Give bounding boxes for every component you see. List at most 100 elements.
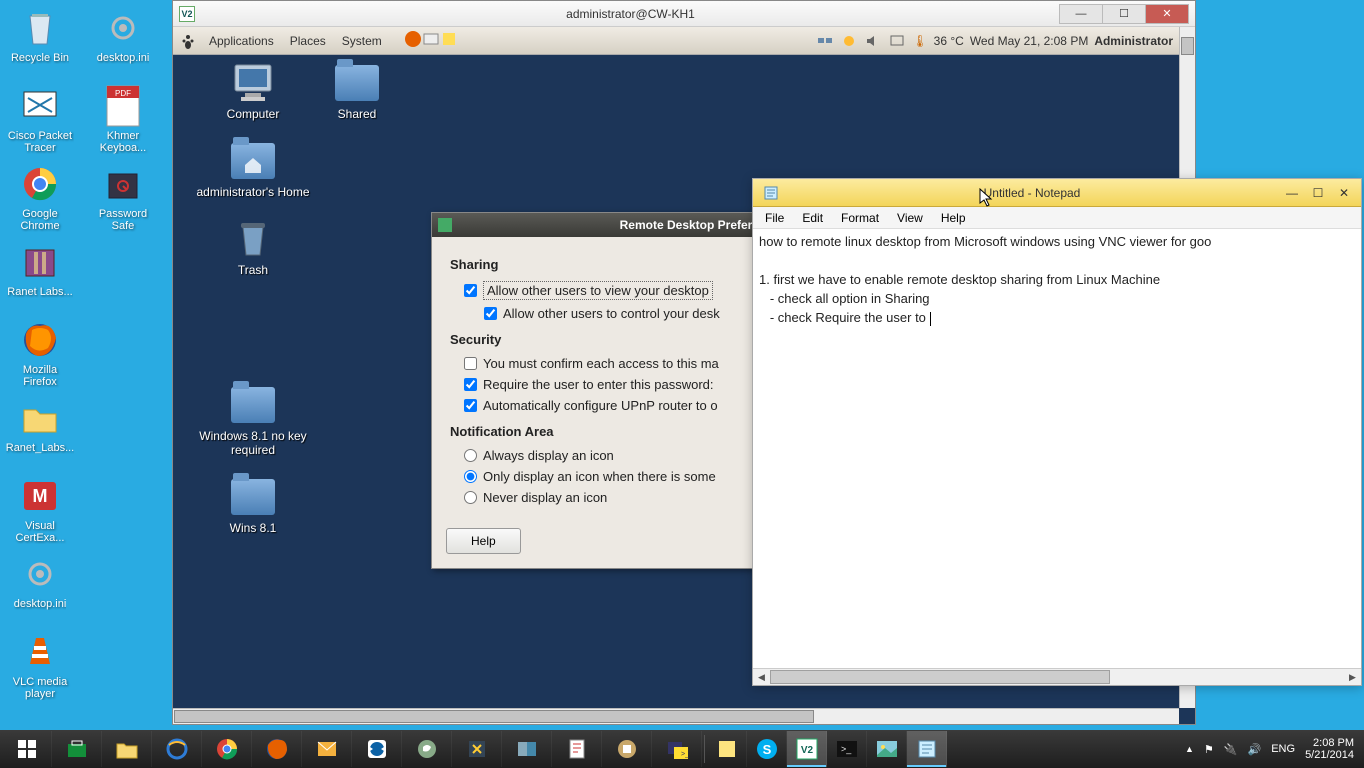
vnc-logo-icon: V2 xyxy=(179,6,195,22)
scroll-left-arrow-icon[interactable]: ◀ xyxy=(753,669,770,685)
menu-file[interactable]: File xyxy=(757,209,792,227)
confirm-access-checkbox[interactable] xyxy=(464,357,477,370)
desktop-icon-firefox[interactable]: Mozilla Firefox xyxy=(4,316,76,392)
desktop-icon-ranet2[interactable]: Ranet_Labs... xyxy=(4,394,76,470)
vnc-horizontal-scrollbar[interactable] xyxy=(173,708,1179,724)
folder-icon xyxy=(333,61,381,105)
volume-icon[interactable] xyxy=(864,32,882,50)
maximize-button[interactable]: ☐ xyxy=(1102,4,1146,24)
allow-view-checkbox[interactable] xyxy=(464,284,477,297)
user-menu[interactable]: Administrator xyxy=(1094,34,1173,48)
places-menu[interactable]: Places xyxy=(282,34,334,48)
network-icon[interactable] xyxy=(816,32,834,50)
scrollbar-thumb[interactable] xyxy=(770,670,1110,684)
svg-text:PDF: PDF xyxy=(115,89,131,98)
menu-format[interactable]: Format xyxy=(833,209,887,227)
gnome-icon-win81[interactable]: Windows 8.1 no key required xyxy=(193,383,313,457)
taskbar-vnc[interactable]: V2 xyxy=(787,731,827,767)
gnome-foot-icon[interactable] xyxy=(179,32,197,50)
notepad-menubar: File Edit Format View Help xyxy=(753,207,1361,229)
taskbar-ie[interactable] xyxy=(152,731,202,767)
notepad-titlebar[interactable]: Untitled - Notepad — ☐ ✕ xyxy=(753,179,1361,207)
menu-view[interactable]: View xyxy=(889,209,931,227)
taskbar-app2[interactable] xyxy=(452,731,502,767)
scrollbar-thumb[interactable] xyxy=(1181,37,1194,55)
datetime[interactable]: Wed May 21, 2:08 PM xyxy=(970,34,1089,48)
prefs-icon xyxy=(438,218,452,232)
taskbar-cmd[interactable]: >_ xyxy=(827,731,867,767)
gnome-icon-label: Trash xyxy=(238,263,268,277)
desktop-icon-chrome[interactable]: Google Chrome xyxy=(4,160,76,236)
taskbar-store[interactable] xyxy=(52,731,102,767)
maximize-button[interactable]: ☐ xyxy=(1305,184,1331,202)
desktop-icon-ini2[interactable]: desktop.ini xyxy=(87,4,159,80)
desktop-icon-ranet[interactable]: Ranet Labs... xyxy=(4,238,76,314)
display-icon[interactable] xyxy=(888,32,906,50)
scrollbar-thumb[interactable] xyxy=(174,710,814,723)
language-indicator[interactable]: ENG xyxy=(1271,743,1295,755)
system-menu[interactable]: System xyxy=(334,34,390,48)
desktop-icon-visual-certexam[interactable]: MVisual CertExa... xyxy=(4,472,76,548)
taskbar-app5[interactable] xyxy=(602,731,652,767)
notepad-horizontal-scrollbar[interactable]: ◀ ▶ xyxy=(753,668,1361,685)
taskbar-outlook[interactable] xyxy=(302,731,352,767)
taskbar-putty[interactable]: >_ xyxy=(652,731,702,767)
gnome-icon-computer[interactable]: Computer xyxy=(193,61,313,121)
gnome-icon-shared[interactable]: Shared xyxy=(327,61,387,121)
gnome-icon-wins81[interactable]: Wins 8.1 xyxy=(193,475,313,535)
weather-icon[interactable] xyxy=(840,32,858,50)
gnome-icon-home[interactable]: administrator's Home xyxy=(193,139,313,199)
taskbar-photos[interactable] xyxy=(867,731,907,767)
desktop-icon-cisco[interactable]: Cisco Packet Tracer xyxy=(4,82,76,158)
gnome-icon-trash[interactable]: Trash xyxy=(193,217,313,277)
clock[interactable]: 2:08 PM5/21/2014 xyxy=(1305,737,1354,761)
only-icon-radio[interactable] xyxy=(464,470,477,483)
taskbar-explorer[interactable] xyxy=(102,731,152,767)
minimize-button[interactable]: — xyxy=(1279,184,1305,202)
show-hidden-icon[interactable]: ▲ xyxy=(1185,744,1194,754)
action-center-icon[interactable]: ⚑ xyxy=(1204,743,1214,756)
volume-icon[interactable]: 🔊 xyxy=(1248,743,1262,756)
desktop-icon-khmer[interactable]: PDFKhmer Keyboa... xyxy=(87,82,159,158)
close-button[interactable]: ✕ xyxy=(1331,184,1357,202)
vnc-titlebar[interactable]: V2 administrator@CW-KH1 — ☐ ✕ xyxy=(173,1,1195,27)
power-icon[interactable]: 🔌 xyxy=(1224,743,1238,756)
allow-control-checkbox[interactable] xyxy=(484,307,497,320)
taskbar-app4[interactable] xyxy=(552,731,602,767)
scroll-right-arrow-icon[interactable]: ▶ xyxy=(1344,669,1361,685)
packet-tracer-icon xyxy=(18,84,62,128)
always-icon-radio[interactable] xyxy=(464,449,477,462)
taskbar-teamviewer[interactable] xyxy=(352,731,402,767)
desktop-icon-recycle-bin[interactable]: Recycle Bin xyxy=(4,4,76,80)
taskbar-sticky[interactable] xyxy=(707,731,747,767)
minimize-button[interactable]: — xyxy=(1059,4,1103,24)
taskbar-app3[interactable] xyxy=(502,731,552,767)
gear-icon xyxy=(101,6,145,50)
allow-control-label: Allow other users to control your desk xyxy=(503,306,720,321)
note-launcher-icon[interactable] xyxy=(440,30,458,51)
taskbar-firefox[interactable] xyxy=(252,731,302,767)
never-icon-label: Never display an icon xyxy=(483,490,607,505)
menu-help[interactable]: Help xyxy=(933,209,974,227)
vlc-icon xyxy=(18,630,62,674)
notepad-textarea[interactable]: how to remote linux desktop from Microso… xyxy=(753,229,1361,668)
upnp-checkbox[interactable] xyxy=(464,399,477,412)
taskbar-skype[interactable]: S xyxy=(747,731,787,767)
taskbar-chrome[interactable] xyxy=(202,731,252,767)
never-icon-radio[interactable] xyxy=(464,491,477,504)
menu-edit[interactable]: Edit xyxy=(794,209,831,227)
start-button[interactable] xyxy=(2,731,52,767)
mail-launcher-icon[interactable] xyxy=(422,30,440,51)
applications-menu[interactable]: Applications xyxy=(201,34,282,48)
desktop-icon-pwsafe[interactable]: Password Safe xyxy=(87,160,159,236)
only-icon-label: Only display an icon when there is some xyxy=(483,469,716,484)
firefox-launcher-icon[interactable] xyxy=(404,30,422,51)
vnc-title-text: administrator@CW-KH1 xyxy=(201,7,1060,21)
require-password-checkbox[interactable] xyxy=(464,378,477,391)
desktop-icon-vlc[interactable]: VLC media player xyxy=(4,628,76,704)
help-button[interactable]: Help xyxy=(446,528,521,554)
taskbar-notepad[interactable] xyxy=(907,731,947,767)
close-button[interactable]: ✕ xyxy=(1145,4,1189,24)
desktop-icon-ini1[interactable]: desktop.ini xyxy=(4,550,76,626)
taskbar-app1[interactable] xyxy=(402,731,452,767)
